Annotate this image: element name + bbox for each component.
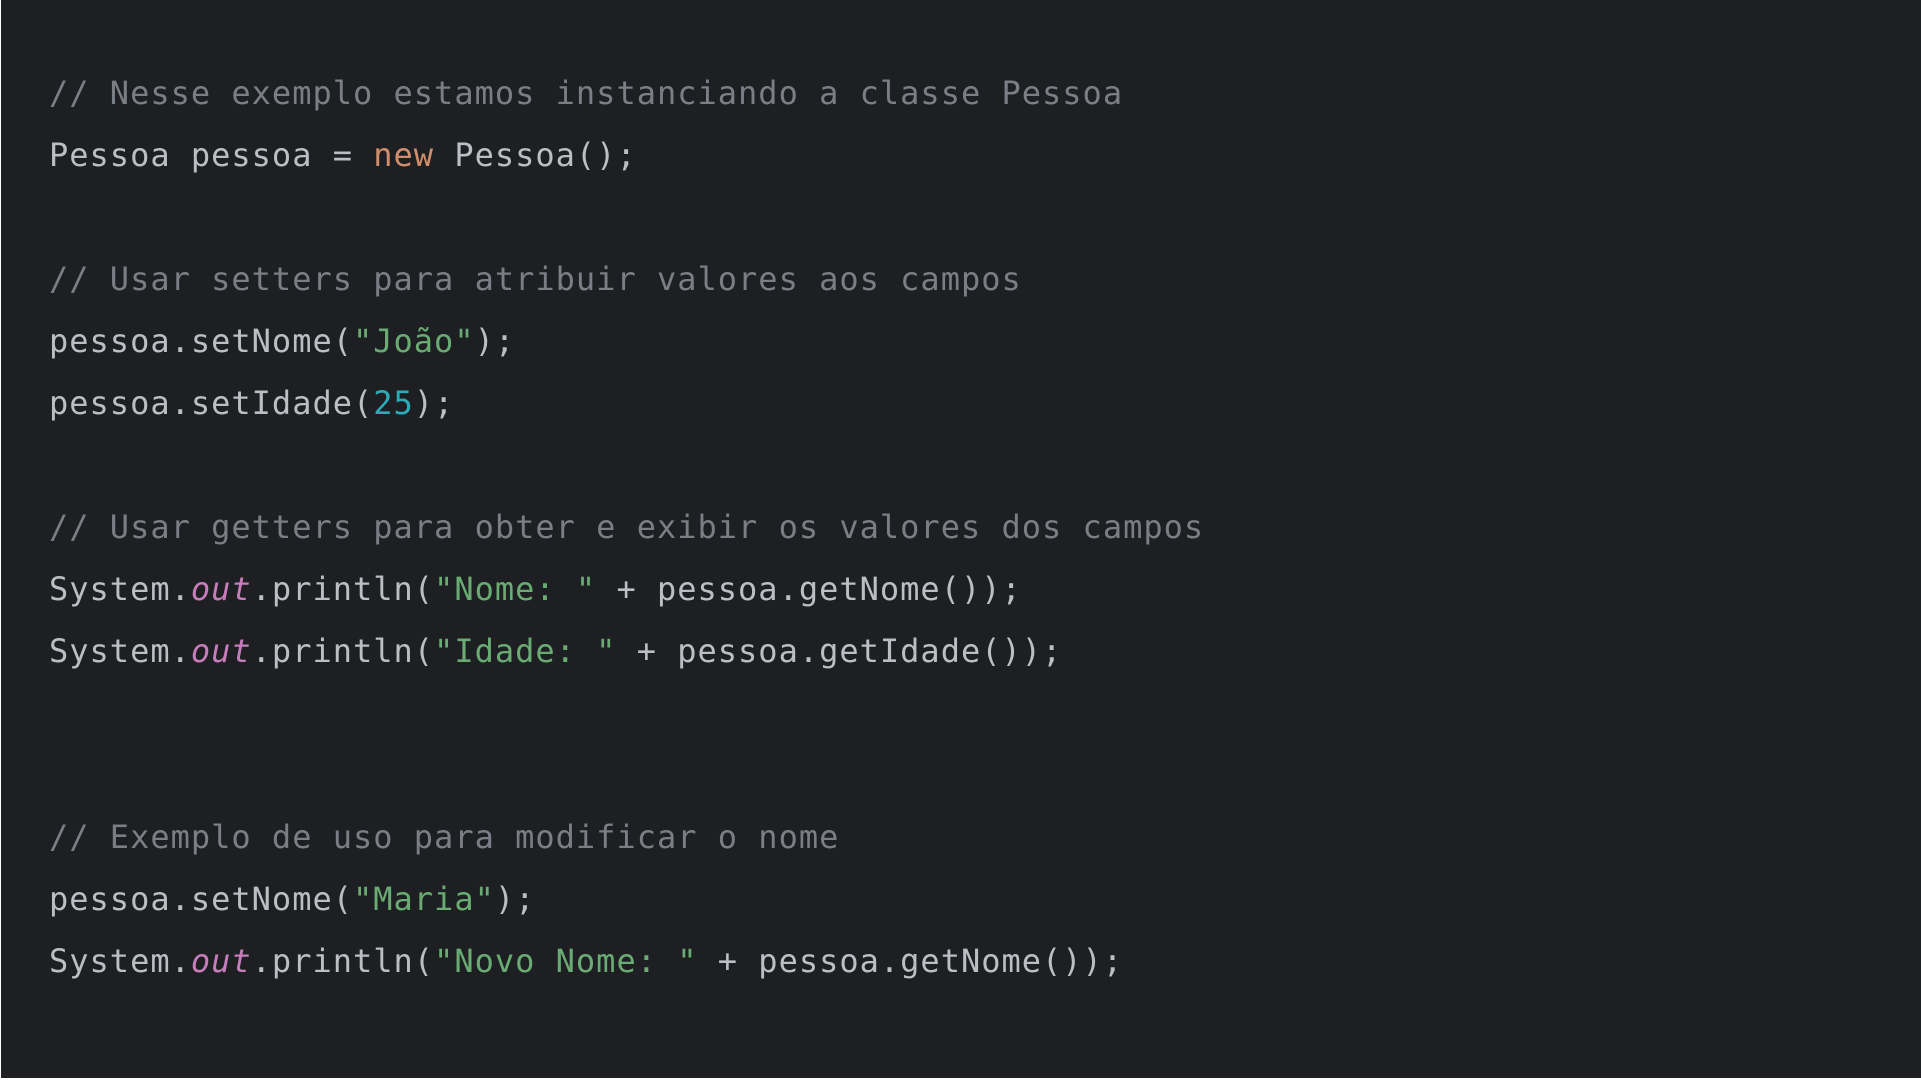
code-line: System.out.println("Idade: " + pessoa.ge… bbox=[49, 620, 1204, 682]
code-token-plain: + pessoa.getIdade()); bbox=[616, 632, 1063, 670]
code-token-plain: ); bbox=[494, 880, 536, 918]
code-token-plain: Pessoa pessoa = bbox=[49, 136, 374, 174]
code-line: pessoa.setIdade(25); bbox=[49, 372, 1204, 434]
code-token-plain: System. bbox=[49, 632, 191, 670]
code-line: System.out.println("Novo Nome: " + pesso… bbox=[49, 930, 1204, 992]
code-token-plain: .println( bbox=[251, 570, 435, 608]
code-token-comment: // Nesse exemplo estamos instanciando a … bbox=[49, 74, 1124, 112]
code-token-plain: pessoa.setNome( bbox=[49, 880, 353, 918]
code-token-plain: pessoa.setIdade( bbox=[49, 384, 374, 422]
code-line: pessoa.setNome("Maria"); bbox=[49, 868, 1204, 930]
code-editor: // Nesse exemplo estamos instanciando a … bbox=[1, 0, 1921, 1078]
code-token-string: "Maria" bbox=[352, 880, 495, 918]
code-token-plain: .println( bbox=[251, 632, 435, 670]
code-token-comment: // Exemplo de uso para modificar o nome bbox=[49, 818, 840, 856]
code-line: // Nesse exemplo estamos instanciando a … bbox=[49, 62, 1204, 124]
code-line: // Usar getters para obter e exibir os v… bbox=[49, 496, 1204, 558]
code-line: // Usar setters para atribuir valores ao… bbox=[49, 248, 1204, 310]
code-token-field: out bbox=[190, 570, 252, 608]
code-token-plain: .println( bbox=[251, 942, 435, 980]
code-token-plain: pessoa.setNome( bbox=[49, 322, 353, 360]
code-token-string: "Nome: " bbox=[434, 570, 597, 608]
code-token-plain: + pessoa.getNome()); bbox=[596, 570, 1022, 608]
code-token-comment: // Usar getters para obter e exibir os v… bbox=[49, 508, 1205, 546]
code-line: Pessoa pessoa = new Pessoa(); bbox=[49, 124, 1204, 186]
code-token-plain: ); bbox=[474, 322, 516, 360]
code-token-string: "Idade: " bbox=[434, 632, 617, 670]
code-token-string: "Novo Nome: " bbox=[434, 942, 698, 980]
code-token-comment: // Usar setters para atribuir valores ao… bbox=[49, 260, 1022, 298]
code-line: // Exemplo de uso para modificar o nome bbox=[49, 806, 1204, 868]
code-token-plain: ); bbox=[413, 384, 455, 422]
code-token-plain: Pessoa(); bbox=[434, 136, 637, 174]
code-token-number: 25 bbox=[373, 384, 414, 422]
code-line: pessoa.setNome("João"); bbox=[49, 310, 1204, 372]
code-line: System.out.println("Nome: " + pessoa.get… bbox=[49, 558, 1204, 620]
code-token-string: "João" bbox=[352, 322, 475, 360]
code-token-plain: + pessoa.getNome()); bbox=[697, 942, 1124, 980]
code-token-plain: System. bbox=[49, 570, 191, 608]
code-token-field: out bbox=[190, 632, 252, 670]
code-token-keyword: new bbox=[373, 136, 435, 174]
code-token-plain: System. bbox=[49, 942, 191, 980]
code-token-field: out bbox=[190, 942, 252, 980]
code-block[interactable]: // Nesse exemplo estamos instanciando a … bbox=[49, 62, 1204, 992]
